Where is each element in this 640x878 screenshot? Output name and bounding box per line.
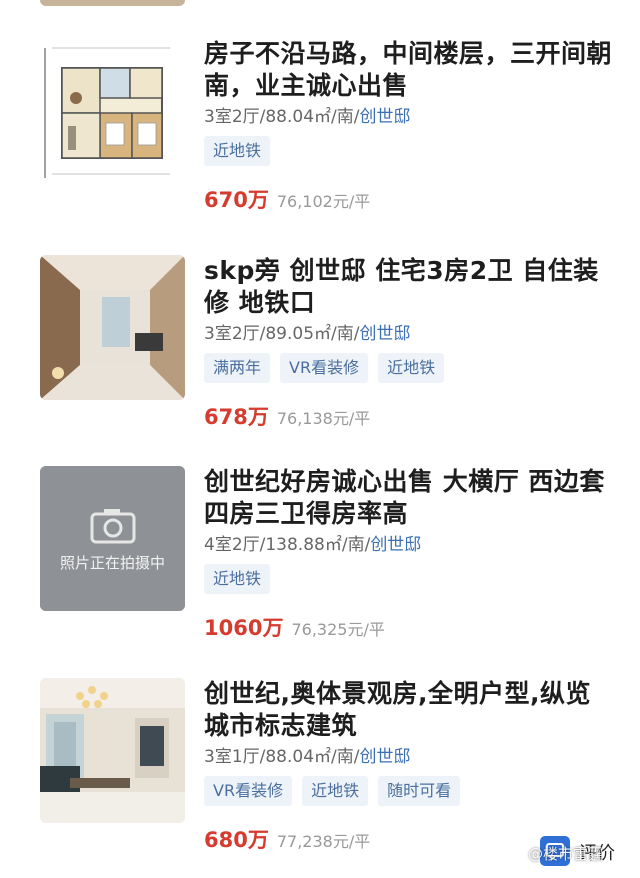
tag-list: 近地铁: [204, 136, 614, 166]
photo-placeholder-thumbnail: 照片正在拍摄中: [40, 466, 185, 611]
listing-title[interactable]: 房子不沿马路，中间楼层，三开间朝南，业主诚心出售: [204, 38, 614, 102]
total-price: 1060万: [204, 616, 284, 640]
watermark: @楼市雷霆: [528, 845, 604, 863]
listing-specs: 3室2厅/88.04㎡/南/: [204, 107, 360, 127]
tag: 近地铁: [204, 564, 271, 594]
listing-specs: 4室2厅/138.88㎡/南/: [204, 535, 371, 555]
listing-card[interactable]: 房子不沿马路，中间楼层，三开间朝南，业主诚心出售 3室2厅/88.04㎡/南/创…: [0, 38, 640, 238]
listing-title[interactable]: skp旁 创世邸 住宅3房2卫 自住装修 地铁口: [204, 255, 614, 319]
community-link[interactable]: 创世邸: [359, 324, 410, 344]
listing-specs: 3室1厅/88.04㎡/南/: [204, 747, 360, 767]
listing-title[interactable]: 创世纪好房诚心出售 大横厅 西边套 四房三卫得房率高: [204, 466, 614, 530]
tag-list: 近地铁: [204, 564, 614, 594]
listing-title[interactable]: 创世纪,奥体景观房,全明户型,纵览城市标志建筑: [204, 678, 614, 742]
unit-price: 76,325元/平: [291, 620, 385, 639]
tag-list: VR看装修 近地铁 随时可看: [204, 776, 614, 806]
total-price: 680万: [204, 828, 269, 852]
tag: 随时可看: [378, 776, 461, 806]
listing-card[interactable]: 照片正在拍摄中 创世纪好房诚心出售 大横厅 西边套 四房三卫得房率高 4室2厅/…: [0, 466, 640, 666]
living-room-photo: [40, 255, 185, 400]
price-row: 1060万 76,325元/平: [204, 612, 614, 642]
price-row: 678万 76,138元/平: [204, 401, 614, 431]
price-row: 670万 76,102元/平: [204, 184, 614, 214]
total-price: 670万: [204, 188, 269, 212]
tag: VR看装修: [280, 353, 369, 383]
community-link[interactable]: 创世邸: [359, 747, 410, 767]
unit-price: 77,238元/平: [276, 832, 371, 851]
photo-placeholder-caption: 照片正在拍摄中: [59, 554, 165, 572]
listing-specs: 3室2厅/89.05㎡/南/: [204, 324, 360, 344]
listing-meta: 3室1厅/88.04㎡/南/创世邸: [204, 746, 614, 768]
tag: 近地铁: [302, 776, 369, 806]
community-link[interactable]: 创世邸: [370, 535, 421, 555]
unit-price: 76,138元/平: [276, 409, 371, 428]
community-link[interactable]: 创世邸: [359, 107, 410, 127]
listing-meta: 4室2厅/138.88㎡/南/创世邸: [204, 534, 614, 556]
tag: 近地铁: [204, 136, 271, 166]
floor-plan-thumbnail: [40, 38, 185, 183]
tag-list: 满两年 VR看装修 近地铁: [204, 353, 614, 383]
previous-listing-thumbnail-edge: [40, 0, 185, 6]
tag: 近地铁: [378, 353, 445, 383]
listing-meta: 3室2厅/89.05㎡/南/创世邸: [204, 323, 614, 345]
listing-card[interactable]: skp旁 创世邸 住宅3房2卫 自住装修 地铁口 3室2厅/89.05㎡/南/创…: [0, 255, 640, 455]
tag: 满两年: [204, 353, 271, 383]
living-room-chandelier-photo: [40, 678, 185, 823]
total-price: 678万: [204, 405, 269, 429]
tag: VR看装修: [204, 776, 293, 806]
listing-meta: 3室2厅/88.04㎡/南/创世邸: [204, 106, 614, 128]
unit-price: 76,102元/平: [276, 192, 371, 211]
